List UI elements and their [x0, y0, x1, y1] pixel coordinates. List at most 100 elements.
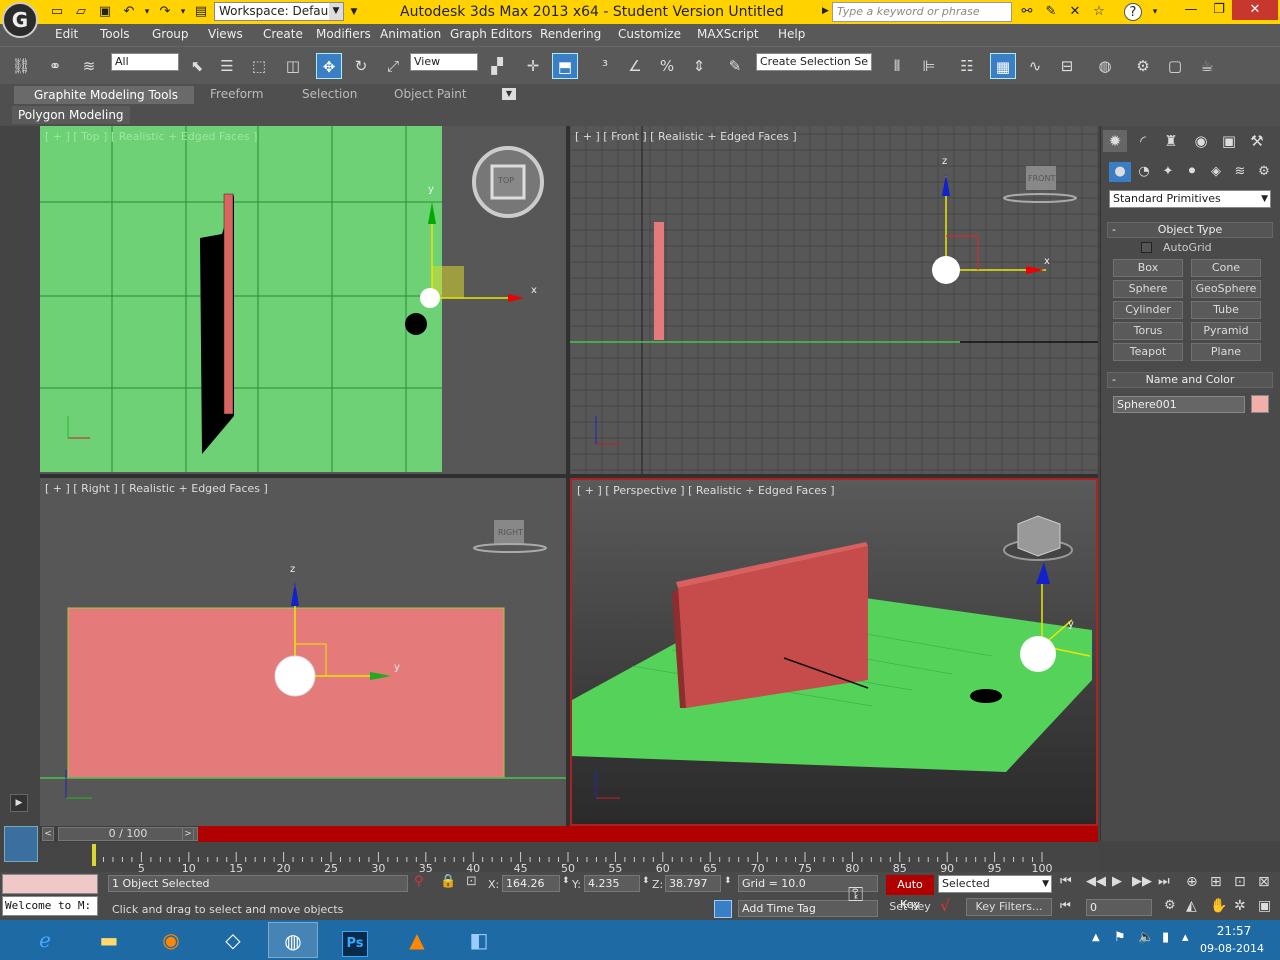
current-frame-field[interactable]: 0	[1086, 899, 1152, 916]
cone-button[interactable]: Cone	[1191, 259, 1261, 277]
file-explorer-icon[interactable]: ▬	[84, 922, 134, 958]
internet-explorer-icon[interactable]: ℯ	[20, 922, 70, 958]
ribbon-options-icon[interactable]: ▼	[502, 88, 516, 100]
material-editor-icon[interactable]: ◍	[1092, 53, 1118, 79]
key-mode-dropdown[interactable]: Selected ▼	[938, 875, 1052, 893]
subscription-icon[interactable]: ✎	[1042, 3, 1060, 21]
viewport-perspective-label[interactable]: [ + ] [ Perspective ] [ Realistic + Edge…	[577, 484, 835, 497]
mirror-icon[interactable]: ⫴	[884, 53, 910, 79]
percent-snap-icon[interactable]: %	[654, 53, 680, 79]
z-coordinate-field[interactable]: 38.797	[665, 875, 721, 892]
power-icon[interactable]: ▮	[1162, 930, 1169, 945]
viewport-layout-icon[interactable]	[4, 826, 38, 862]
hierarchy-tab-icon[interactable]: ♜	[1159, 130, 1183, 152]
redo-icon[interactable]: ↷	[156, 3, 174, 21]
menu-modifiers[interactable]: Modifiers	[316, 27, 371, 41]
select-by-name-icon[interactable]: ☰	[214, 53, 240, 79]
isolate-selection-icon[interactable]: ⚲	[414, 874, 424, 889]
name-and-color-rollout[interactable]: - Name and Color	[1107, 372, 1273, 388]
menu-tools[interactable]: Tools	[100, 27, 130, 41]
manipulate-icon[interactable]: ✛	[520, 53, 546, 79]
communication-icon[interactable]: ✕	[1066, 3, 1084, 21]
help-dropdown-icon[interactable]: ▾	[1146, 3, 1164, 21]
undo-icon[interactable]: ↶	[120, 3, 138, 21]
pyramid-button[interactable]: Pyramid	[1191, 322, 1261, 340]
select-object-icon[interactable]: ⬉	[184, 53, 210, 79]
viewport-perspective[interactable]: [ + ] [ Perspective ] [ Realistic + Edge…	[570, 478, 1098, 826]
unlink-icon[interactable]: ⚭	[42, 53, 68, 79]
maxscript-listener[interactable]: Welcome to M:	[2, 896, 98, 916]
photoshop-icon[interactable]: Ps	[330, 922, 380, 958]
menu-create[interactable]: Create	[263, 27, 303, 41]
utilities-tab-icon[interactable]: ⚒	[1245, 130, 1269, 152]
app-logo-icon[interactable]: G	[2, 2, 38, 38]
key-filter-icon[interactable]: √	[940, 896, 950, 915]
field-of-view-icon[interactable]: ◭	[1186, 898, 1197, 914]
goto-start-icon[interactable]: ⏮	[1060, 874, 1072, 889]
shapes-icon[interactable]: ◔	[1133, 162, 1155, 182]
save-icon[interactable]: ▣	[96, 3, 114, 21]
window-app-icon[interactable]: ◧	[454, 922, 504, 958]
align-icon[interactable]: ⊫	[916, 53, 942, 79]
menu-animation[interactable]: Animation	[380, 27, 441, 41]
lights-icon[interactable]: ✦	[1157, 162, 1179, 182]
tab-graphite-modeling-tools[interactable]: Graphite Modeling Tools	[14, 86, 194, 104]
geosphere-button[interactable]: GeoSphere	[1191, 280, 1261, 298]
select-and-rotate-icon[interactable]: ↻	[348, 53, 374, 79]
cylinder-button[interactable]: Cylinder	[1113, 301, 1183, 319]
close-button[interactable]: ✕	[1232, 0, 1278, 20]
create-tab-icon[interactable]: ✹	[1103, 130, 1127, 152]
geometry-icon[interactable]: ●	[1109, 162, 1131, 182]
viewport-top[interactable]: [ + ] [ Top ] [ Realistic + Edged Faces …	[40, 126, 566, 474]
set-key-button[interactable]: Set Key	[886, 898, 934, 916]
time-track[interactable]	[198, 826, 1098, 842]
render-production-icon[interactable]: ☕	[1194, 53, 1220, 79]
helpers-icon[interactable]: ◈	[1205, 162, 1227, 182]
object-name-field[interactable]: Sphere001	[1113, 396, 1245, 413]
selection-filter-dropdown[interactable]: All	[111, 53, 179, 71]
window-crossing-icon[interactable]: ◫	[280, 53, 306, 79]
keyboard-shortcut-override-icon[interactable]: ⬒	[552, 53, 578, 79]
rectangular-selection-icon[interactable]: ⬚	[246, 53, 272, 79]
curve-editor-icon[interactable]: ∿	[1022, 53, 1048, 79]
y-spinner-icon[interactable]: ⬍	[642, 876, 650, 886]
selection-lock-icon[interactable]: 🔒	[440, 874, 456, 889]
link-icon[interactable]: ⛓	[8, 53, 34, 79]
play-icon[interactable]: ▶	[1112, 874, 1122, 889]
viewport-top-label[interactable]: [ + ] [ Top ] [ Realistic + Edged Faces …	[45, 130, 257, 143]
auto-key-button[interactable]: Auto Key	[886, 875, 934, 911]
angle-snap-icon[interactable]: ∠	[622, 53, 648, 79]
bind-space-warp-icon[interactable]: ≋	[76, 53, 102, 79]
named-selection-sets-dropdown[interactable]: Create Selection Se	[756, 53, 872, 71]
next-frame-icon[interactable]: >	[182, 827, 194, 841]
redo-dropdown-icon[interactable]: ▾	[174, 3, 192, 21]
menu-maxscript[interactable]: MAXScript	[697, 27, 759, 41]
viewport-right[interactable]: [ + ] [ Right ] [ Realistic + Edged Face…	[40, 478, 566, 826]
viewcube-front-face[interactable]: FRONT	[1028, 174, 1055, 183]
select-and-move-icon[interactable]: ✥	[316, 53, 342, 79]
workspace-dropdown[interactable]: Workspace: Default ▼	[214, 2, 344, 21]
schematic-view-icon[interactable]: ⊟	[1054, 53, 1080, 79]
time-configuration-icon[interactable]: ⚙	[1164, 898, 1176, 913]
3ds-max-taskbar-icon[interactable]: ◍	[268, 922, 318, 958]
zoom-extents-icon[interactable]: ⊡	[1234, 874, 1246, 890]
time-slider-thumb[interactable]: 0 / 100	[58, 827, 198, 841]
clock-time[interactable]: 21:57	[1212, 924, 1256, 938]
search-input[interactable]: Type a keyword or phrase	[832, 2, 1012, 22]
network-icon[interactable]: ▴	[1182, 930, 1189, 945]
undo-dropdown-icon[interactable]: ▾	[138, 3, 156, 21]
binoculars-icon[interactable]: ⚯	[1018, 3, 1036, 21]
object-type-rollout[interactable]: - Object Type	[1107, 222, 1273, 238]
box-button[interactable]: Box	[1113, 259, 1183, 277]
goto-end-icon[interactable]: ⏭	[1158, 874, 1170, 889]
previous-frame-icon[interactable]: <	[42, 827, 54, 841]
zoom-icon[interactable]: ⊕	[1186, 874, 1198, 890]
modify-tab-icon[interactable]: ◜	[1131, 130, 1155, 152]
customize-quick-access-icon[interactable]: ▼	[345, 3, 363, 21]
new-icon[interactable]: ▭	[48, 3, 66, 21]
menu-rendering[interactable]: Rendering	[540, 27, 601, 41]
menu-edit[interactable]: Edit	[55, 27, 78, 41]
menu-help[interactable]: Help	[778, 27, 805, 41]
zoom-extents-all-icon[interactable]: ⊠	[1258, 874, 1270, 890]
edit-named-selection-icon[interactable]: ✎	[722, 53, 748, 79]
